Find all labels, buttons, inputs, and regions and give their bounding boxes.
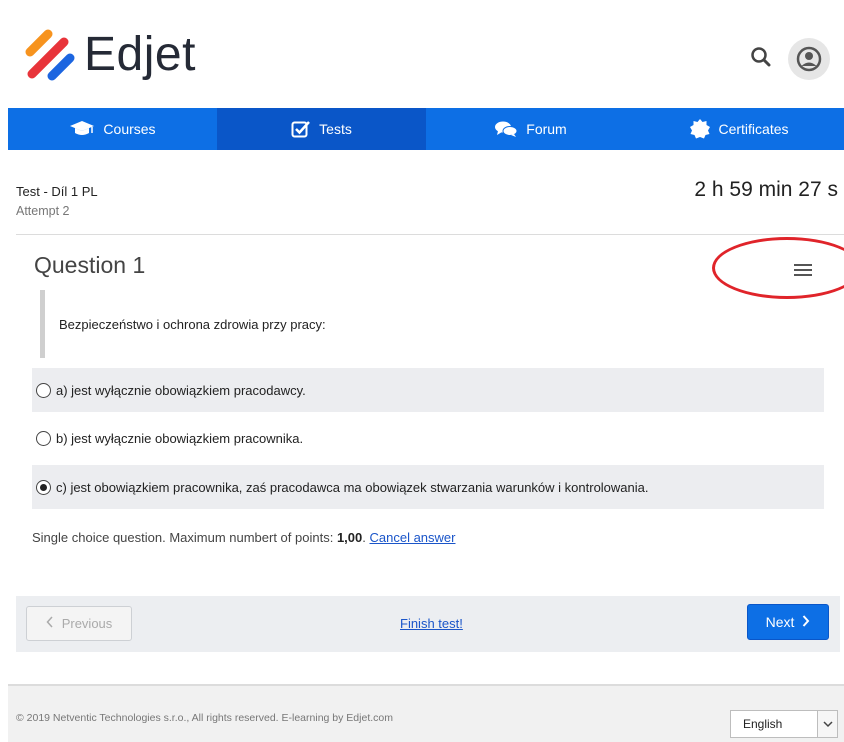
info-text: Single choice question. Maximum numbert … bbox=[32, 530, 337, 545]
question-text-box: Bezpieczeństwo i ochrona zdrowia przy pr… bbox=[40, 290, 820, 358]
graduation-cap-icon bbox=[69, 120, 95, 138]
question-navigation-bar: Previous Finish test! Next bbox=[16, 596, 840, 652]
nav-forum[interactable]: Forum bbox=[426, 108, 635, 150]
previous-button[interactable]: Previous bbox=[26, 606, 132, 641]
divider bbox=[16, 234, 844, 235]
logo[interactable]: Edjet bbox=[22, 28, 196, 82]
chevron-left-icon bbox=[46, 616, 54, 631]
nav-certificates[interactable]: Certificates bbox=[635, 108, 844, 150]
question-heading: Question 1 bbox=[34, 252, 146, 278]
next-label: Next bbox=[765, 614, 795, 630]
nav-courses-label: Courses bbox=[103, 121, 156, 137]
radio-icon[interactable] bbox=[36, 382, 51, 398]
cancel-answer-link[interactable]: Cancel answer bbox=[370, 530, 456, 545]
nav-tests[interactable]: Tests bbox=[217, 108, 426, 150]
hamburger-menu-icon[interactable] bbox=[792, 261, 814, 279]
chat-bubbles-icon bbox=[494, 120, 518, 138]
search-icon[interactable] bbox=[750, 46, 772, 68]
language-value: English bbox=[743, 717, 783, 731]
question-text: Bezpieczeństwo i ochrona zdrowia przy pr… bbox=[59, 316, 326, 332]
logo-text: Edjet bbox=[84, 28, 196, 81]
nav-courses[interactable]: Courses bbox=[8, 108, 217, 150]
radio-selected-icon[interactable] bbox=[36, 479, 51, 495]
user-avatar-icon[interactable] bbox=[788, 38, 830, 80]
test-title: Test - Díl 1 PL bbox=[16, 184, 98, 199]
main-nav: Courses Tests Forum Certificates bbox=[8, 108, 844, 150]
answer-option-label: c) jest obowiązkiem pracownika, zaś prac… bbox=[56, 479, 649, 495]
radio-dot bbox=[40, 483, 47, 491]
copyright-text: © 2019 Netventic Technologies s.r.o., Al… bbox=[16, 712, 393, 724]
answer-option-b[interactable]: b) jest wyłącznie obowiązkiem pracownika… bbox=[32, 416, 824, 460]
max-points: 1,00 bbox=[336, 530, 363, 545]
radio-icon[interactable] bbox=[36, 430, 51, 446]
edjet-logo-icon bbox=[22, 28, 78, 82]
footer: © 2019 Netventic Technologies s.r.o., Al… bbox=[8, 684, 844, 742]
answer-option-label: a) jest wyłącznie obowiązkiem pracodawcy… bbox=[56, 382, 306, 398]
chevron-right-icon bbox=[802, 614, 810, 630]
certificate-seal-icon bbox=[690, 119, 711, 139]
answer-option-a[interactable]: a) jest wyłącznie obowiązkiem pracodawcy… bbox=[32, 368, 824, 412]
test-attempt: Attempt 2 bbox=[16, 204, 70, 218]
next-button[interactable]: Next bbox=[747, 604, 829, 640]
nav-tests-label: Tests bbox=[319, 121, 352, 137]
nav-forum-label: Forum bbox=[526, 121, 567, 137]
timer: 2 h 59 min 27 s bbox=[694, 178, 838, 201]
header: Edjet bbox=[0, 0, 844, 108]
language-select[interactable]: English bbox=[730, 710, 838, 738]
answer-option-label: b) jest wyłącznie obowiązkiem pracownika… bbox=[56, 430, 304, 446]
answer-option-c[interactable]: c) jest obowiązkiem pracownika, zaś prac… bbox=[32, 465, 824, 509]
finish-test-link[interactable]: Finish test! bbox=[400, 616, 463, 631]
info-suffix: . bbox=[362, 530, 366, 545]
previous-label: Previous bbox=[61, 616, 113, 631]
nav-certificates-label: Certificates bbox=[718, 121, 789, 137]
checkbox-icon bbox=[291, 120, 311, 138]
question-info: Single choice question. Maximum numbert … bbox=[32, 530, 456, 545]
chevron-down-icon bbox=[817, 711, 837, 737]
